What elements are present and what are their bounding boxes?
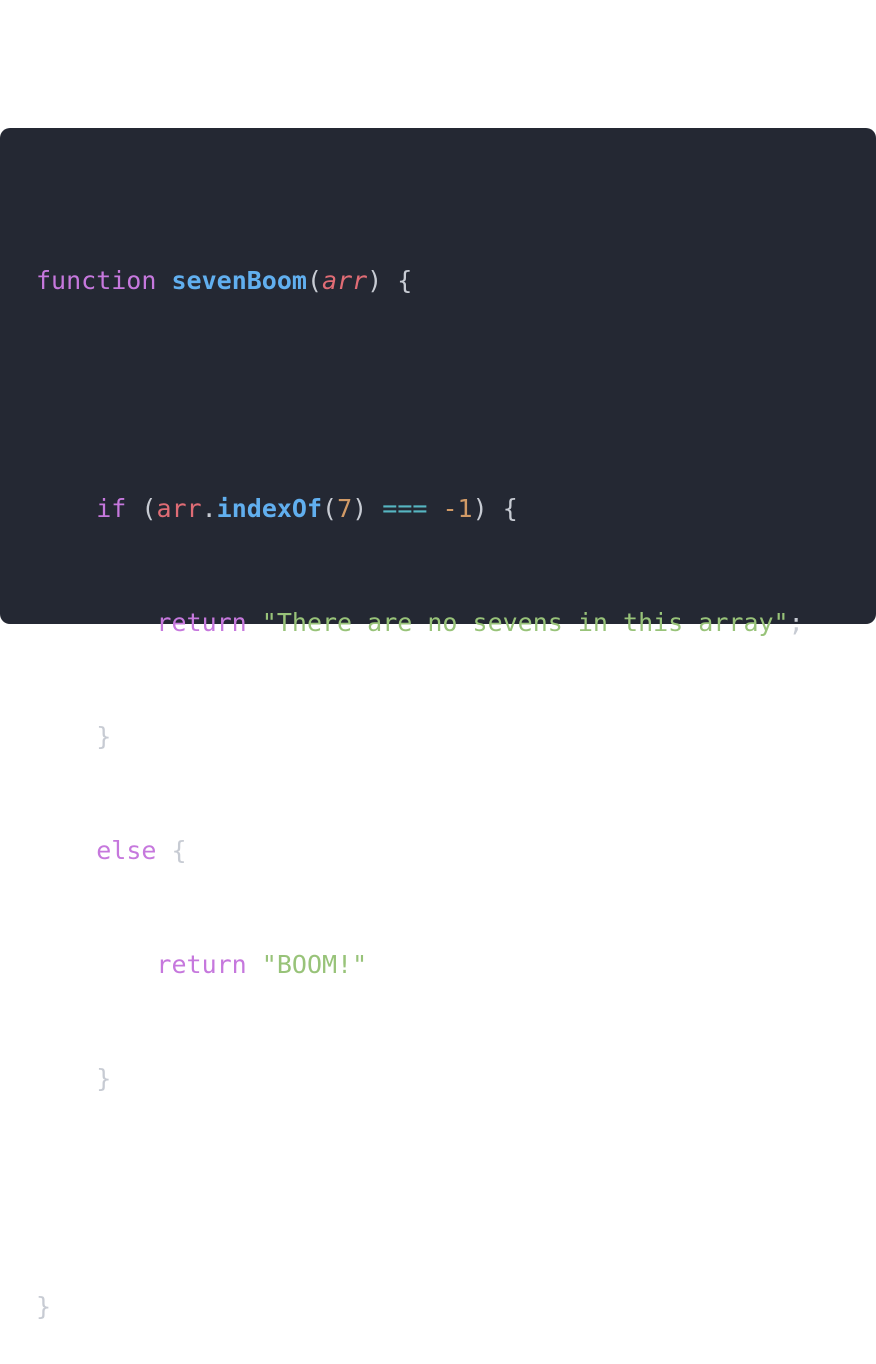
open-paren: ( bbox=[141, 494, 157, 523]
keyword-function: function bbox=[36, 266, 157, 295]
string-boom: "BOOM!" bbox=[261, 950, 368, 979]
close-brace-function: } bbox=[36, 1292, 52, 1321]
code-line-8: } bbox=[36, 1060, 804, 1098]
variable-arr: arr bbox=[156, 494, 202, 523]
code-line-1: function sevenBoom(arr) { bbox=[36, 262, 804, 300]
string-no-sevens: "There are no sevens in this array" bbox=[261, 608, 789, 637]
strict-equals-operator: === bbox=[382, 494, 428, 523]
keyword-return: return bbox=[156, 608, 247, 637]
code-line-10: } bbox=[36, 1288, 804, 1326]
close-paren-open-brace: ) { bbox=[367, 266, 413, 295]
keyword-else: else bbox=[96, 836, 157, 865]
keyword-if: if bbox=[96, 494, 127, 523]
code-line-2-blank bbox=[36, 376, 804, 414]
dot: . bbox=[201, 494, 217, 523]
arg-open-paren: ( bbox=[322, 494, 338, 523]
parameter-arr: arr bbox=[322, 266, 368, 295]
code-line-5: } bbox=[36, 718, 804, 756]
close-brace: } bbox=[96, 1064, 112, 1093]
code-line-7: return "BOOM!" bbox=[36, 946, 804, 984]
open-paren: ( bbox=[306, 266, 323, 295]
semicolon: ; bbox=[788, 608, 804, 637]
keyword-return: return bbox=[156, 950, 247, 979]
close-paren-open-brace: ) { bbox=[472, 494, 518, 523]
method-indexof: indexOf bbox=[216, 494, 323, 523]
code-line-6: else { bbox=[36, 832, 804, 870]
open-brace: { bbox=[171, 836, 187, 865]
code-line-9-blank bbox=[36, 1174, 804, 1212]
code-line-3: if (arr.indexOf(7) === -1) { bbox=[36, 490, 804, 528]
code-block: function sevenBoom(arr) { if (arr.indexO… bbox=[36, 186, 804, 1364]
function-name: sevenBoom bbox=[171, 266, 307, 295]
arg-close-paren: ) bbox=[352, 494, 368, 523]
number-7: 7 bbox=[337, 494, 353, 523]
code-line-4: return "There are no sevens in this arra… bbox=[36, 604, 804, 642]
number-neg-1: -1 bbox=[442, 494, 473, 523]
close-brace: } bbox=[96, 722, 112, 751]
